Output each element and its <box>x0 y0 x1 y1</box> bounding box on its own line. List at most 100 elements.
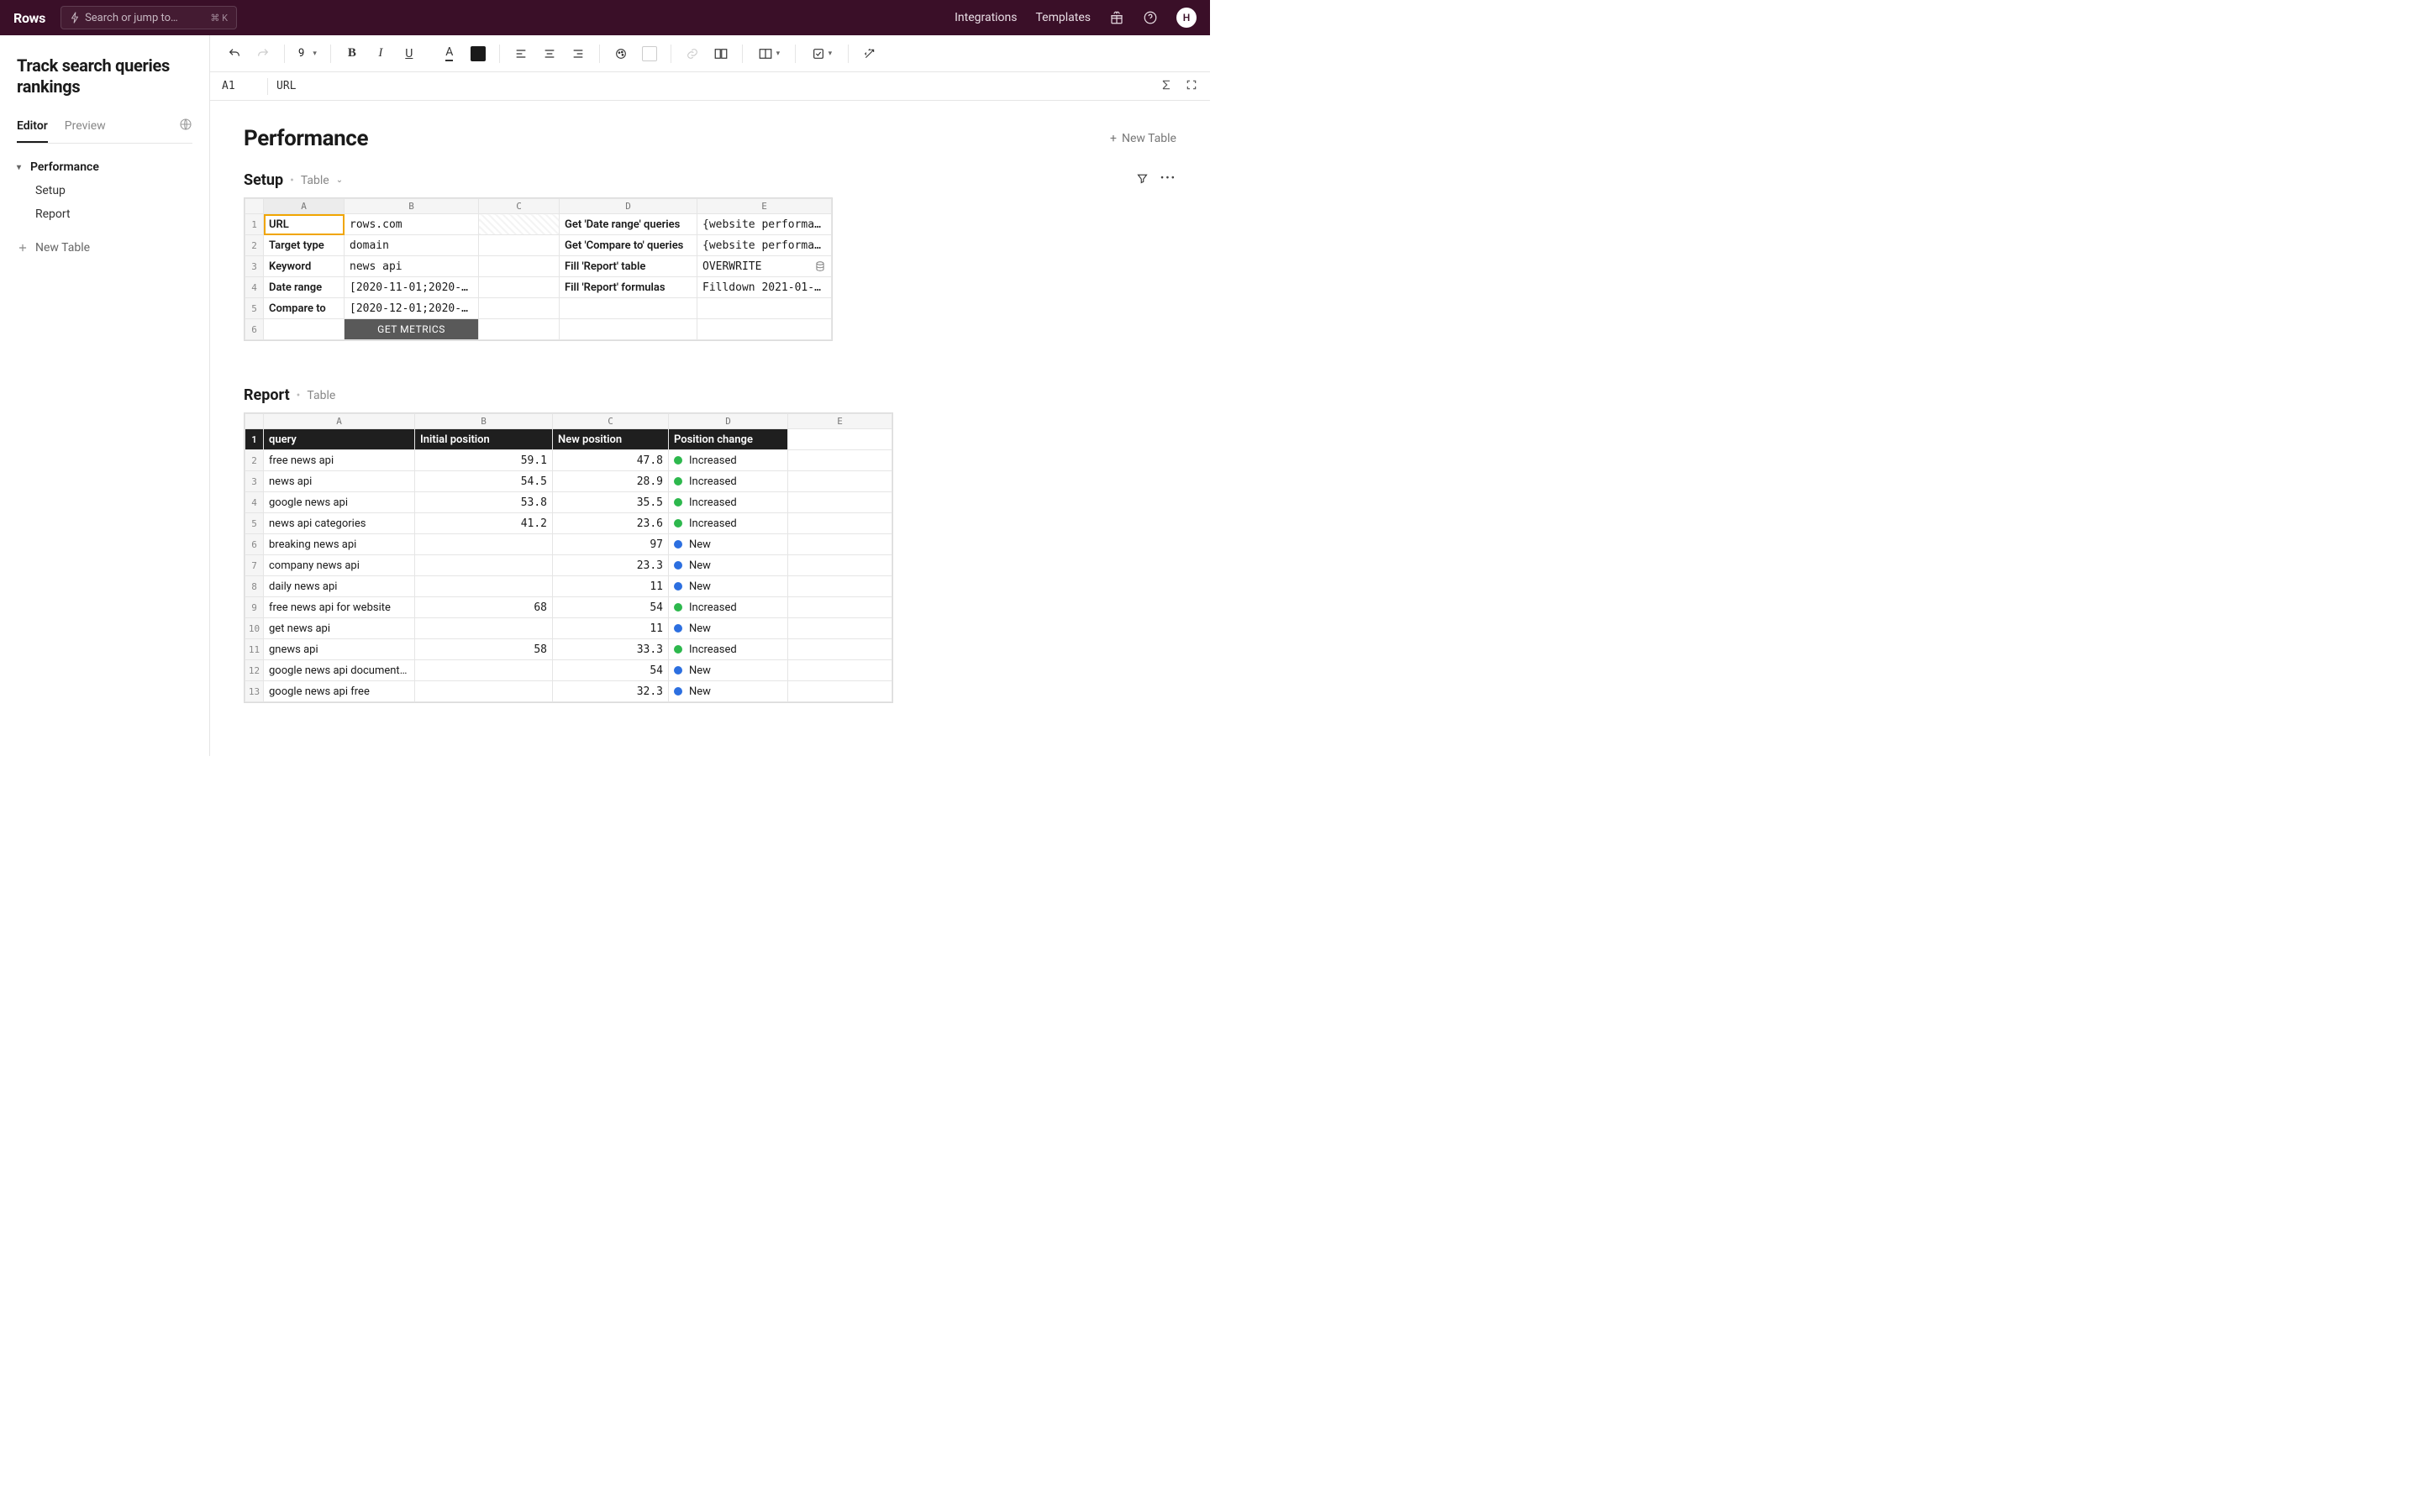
globe-icon[interactable] <box>179 118 192 143</box>
database-icon[interactable] <box>814 260 826 272</box>
filter-icon[interactable] <box>1136 172 1149 188</box>
table-name-report[interactable]: Report <box>244 386 290 404</box>
report-header-cell[interactable]: Position change <box>669 429 788 450</box>
color-format-button[interactable] <box>608 41 634 66</box>
cell[interactable]: [2020-11-01;2020-11-… <box>345 277 479 298</box>
merge-button[interactable]: ▾ <box>751 41 786 66</box>
cell[interactable] <box>479 235 560 256</box>
cell[interactable] <box>479 256 560 277</box>
cell[interactable]: Compare to <box>264 298 345 319</box>
column-header[interactable]: B <box>345 199 479 214</box>
magic-button[interactable] <box>857 41 882 66</box>
row-number[interactable]: 10 <box>245 618 264 639</box>
report-header-cell[interactable]: Initial position <box>415 429 553 450</box>
cell[interactable]: 33.3 <box>553 639 669 660</box>
cell[interactable]: OVERWRITE <box>697 256 832 277</box>
cell[interactable]: 32.3 <box>553 681 669 702</box>
cell[interactable]: 28.9 <box>553 471 669 492</box>
cell[interactable] <box>788 471 892 492</box>
cell[interactable]: Target type <box>264 235 345 256</box>
cell[interactable] <box>479 298 560 319</box>
cell[interactable]: URL <box>264 214 345 235</box>
nav-templates[interactable]: Templates <box>1036 11 1092 24</box>
cell[interactable] <box>415 618 553 639</box>
cell[interactable] <box>479 277 560 298</box>
cell[interactable]: google news api free <box>264 681 415 702</box>
text-color-button[interactable]: A <box>437 41 462 66</box>
cell[interactable]: New <box>669 555 788 576</box>
nav-integrations[interactable]: Integrations <box>955 11 1017 24</box>
cell[interactable]: {website performance} <box>697 235 832 256</box>
row-number[interactable]: 11 <box>245 639 264 660</box>
cell[interactable]: breaking news api <box>264 534 415 555</box>
user-avatar[interactable]: H <box>1176 8 1197 28</box>
gift-icon[interactable] <box>1109 10 1124 25</box>
italic-button[interactable]: I <box>368 41 393 66</box>
row-number[interactable]: 3 <box>245 256 264 277</box>
more-icon[interactable]: ••• <box>1160 172 1176 188</box>
cell[interactable] <box>479 214 560 235</box>
cell[interactable] <box>415 534 553 555</box>
cell[interactable]: Fill 'Report' formulas <box>560 277 697 298</box>
global-search[interactable]: Search or jump to… ⌘ K <box>60 6 237 29</box>
link-button[interactable] <box>680 41 705 66</box>
cell[interactable]: company news api <box>264 555 415 576</box>
cell[interactable] <box>264 319 345 340</box>
cell[interactable]: 41.2 <box>415 513 553 534</box>
underline-button[interactable]: U <box>397 41 422 66</box>
canvas[interactable]: Performance + New Table Setup • Table ⌄ … <box>210 101 1210 756</box>
cell[interactable]: 54.5 <box>415 471 553 492</box>
cell[interactable]: google news api <box>264 492 415 513</box>
cell[interactable]: 54 <box>553 597 669 618</box>
cell[interactable] <box>788 492 892 513</box>
cell[interactable]: GET METRICS <box>345 319 479 340</box>
cell[interactable]: 59.1 <box>415 450 553 471</box>
row-number[interactable]: 2 <box>245 235 264 256</box>
expand-icon[interactable] <box>1185 78 1198 95</box>
cell[interactable]: New <box>669 681 788 702</box>
cell[interactable] <box>788 555 892 576</box>
cell[interactable] <box>788 429 892 450</box>
cell[interactable]: Get 'Date range' queries <box>560 214 697 235</box>
align-left-button[interactable] <box>508 41 534 66</box>
tab-editor[interactable]: Editor <box>17 119 48 143</box>
align-right-button[interactable] <box>566 41 591 66</box>
cell[interactable]: get news api <box>264 618 415 639</box>
cell[interactable]: 11 <box>553 576 669 597</box>
cell[interactable]: Increased <box>669 492 788 513</box>
new-table-button[interactable]: + New Table <box>1110 132 1176 145</box>
redo-button[interactable] <box>250 41 276 66</box>
cell[interactable] <box>697 298 832 319</box>
cell[interactable]: 58 <box>415 639 553 660</box>
cell[interactable]: 47.8 <box>553 450 669 471</box>
cell[interactable] <box>788 618 892 639</box>
cell[interactable]: [2020-12-01;2020-12-… <box>345 298 479 319</box>
cell[interactable]: free news api for website <box>264 597 415 618</box>
setup-grid[interactable]: ABCDE1URLrows.comGet 'Date range' querie… <box>244 197 833 341</box>
cell[interactable]: 23.6 <box>553 513 669 534</box>
get-metrics-button[interactable]: GET METRICS <box>345 319 478 339</box>
row-number[interactable]: 1 <box>245 214 264 235</box>
cell[interactable]: gnews api <box>264 639 415 660</box>
cell[interactable]: New <box>669 576 788 597</box>
help-icon[interactable] <box>1143 10 1158 25</box>
cell[interactable]: news api <box>345 256 479 277</box>
row-number[interactable]: 6 <box>245 319 264 340</box>
cell[interactable] <box>415 660 553 681</box>
tab-preview[interactable]: Preview <box>65 119 106 143</box>
row-number[interactable]: 9 <box>245 597 264 618</box>
cell[interactable] <box>788 639 892 660</box>
cell[interactable]: New <box>669 534 788 555</box>
cell[interactable]: 97 <box>553 534 669 555</box>
sidebar-new-table[interactable]: New Table <box>17 233 192 263</box>
column-header[interactable]: D <box>560 199 697 214</box>
cell[interactable] <box>788 660 892 681</box>
cell[interactable] <box>415 576 553 597</box>
cell[interactable] <box>479 319 560 340</box>
cell[interactable]: domain <box>345 235 479 256</box>
undo-button[interactable] <box>222 41 247 66</box>
column-header[interactable]: B <box>415 414 553 429</box>
report-header-cell[interactable]: New position <box>553 429 669 450</box>
font-size-select[interactable]: 9 ▾ <box>293 47 322 60</box>
align-center-button[interactable] <box>537 41 562 66</box>
